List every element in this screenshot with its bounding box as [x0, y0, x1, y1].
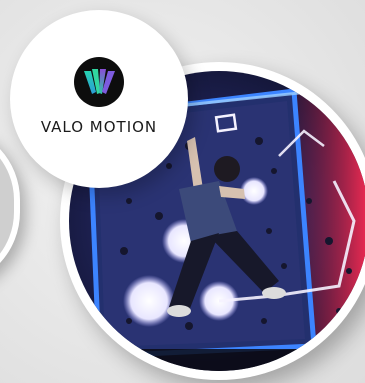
promo-graphic: VALO MOTION [0, 0, 365, 383]
brand-name: VALO MOTION [40, 118, 158, 136]
partial-photo-circle [0, 125, 20, 287]
logo-badge: VALO MOTION [10, 10, 188, 188]
valo-motion-logo-icon [74, 57, 124, 107]
